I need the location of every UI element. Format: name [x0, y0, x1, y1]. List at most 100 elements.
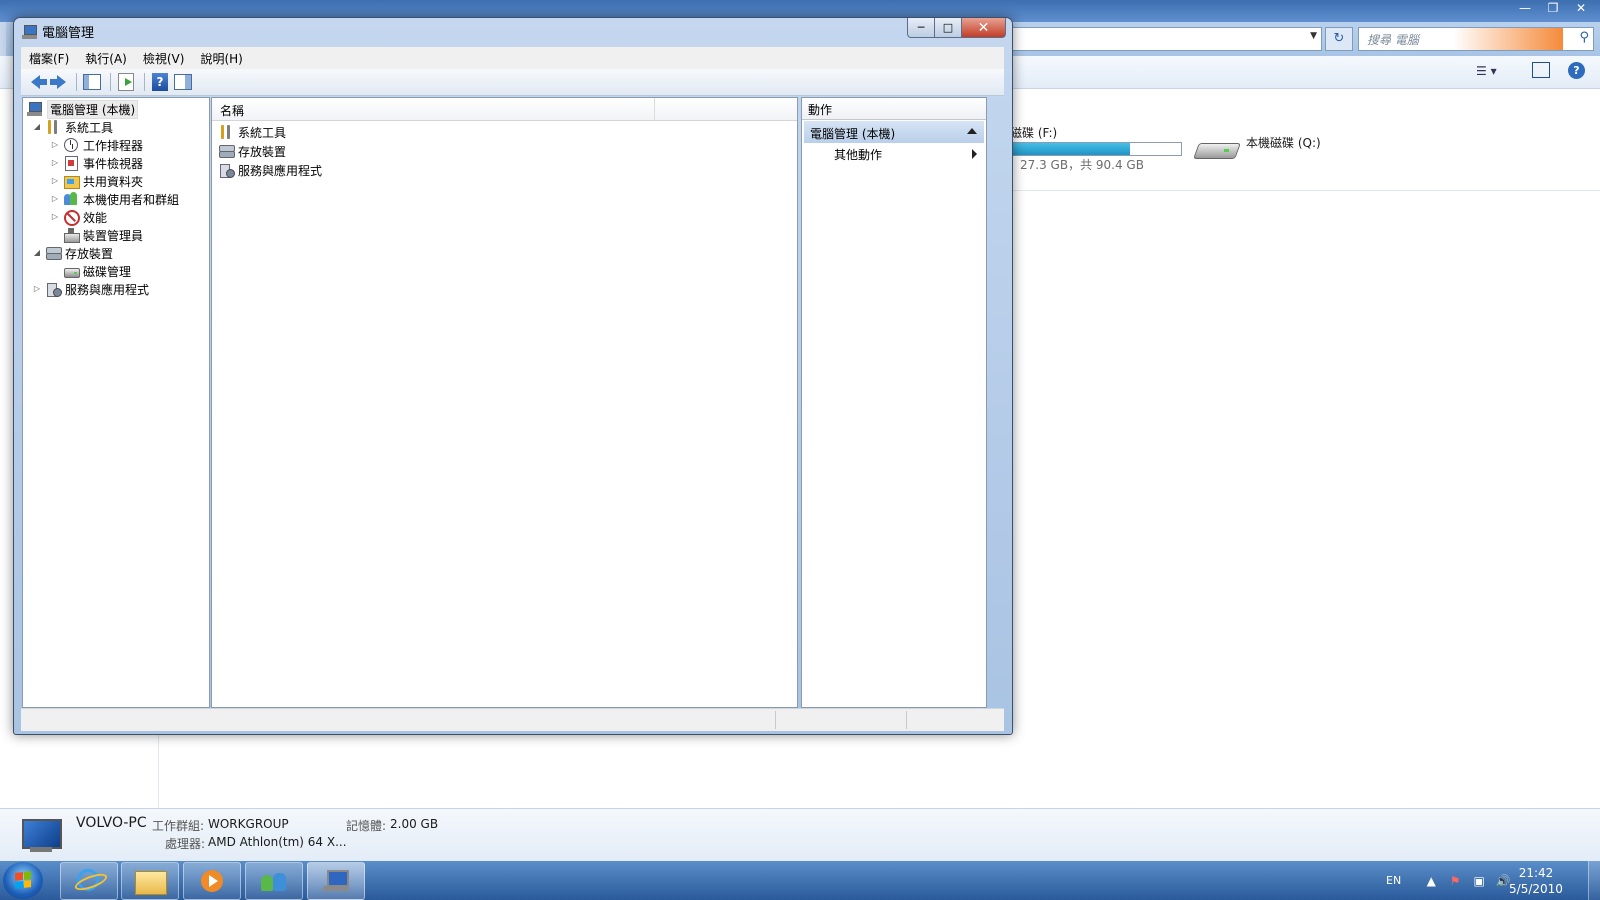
actions-section-computer-management[interactable]: 電腦管理 (本機)	[804, 121, 984, 143]
minimize-icon[interactable]: —	[1512, 0, 1538, 16]
submenu-arrow-icon[interactable]	[972, 149, 977, 159]
list-header: 名稱	[212, 98, 797, 121]
search-icon[interactable]: ⚲	[1579, 30, 1589, 45]
collapsed-triangle-icon[interactable]: ▷	[49, 193, 61, 205]
window-title-bar[interactable]: 電腦管理	[22, 22, 94, 41]
list-item-services-applications[interactable]: 服務與應用程式	[218, 161, 322, 179]
back-button[interactable]	[25, 72, 47, 92]
tree-root[interactable]: 電腦管理 (本機)	[27, 99, 139, 119]
tree-item-storage[interactable]: ◢ 存放裝置	[31, 244, 113, 262]
list-item-label: 服務與應用程式	[238, 163, 323, 178]
performance-icon	[63, 209, 80, 226]
tree-item-task-scheduler[interactable]: ▷ 工作排程器	[49, 136, 143, 154]
action-more-actions[interactable]: 其他動作	[834, 146, 882, 163]
expanded-triangle-icon[interactable]: ◢	[31, 247, 43, 259]
tree-item-shared-folders[interactable]: ▷ 共用資料夾	[49, 172, 143, 190]
workgroup-label: 工作群組:	[152, 819, 205, 833]
toolbar-separator	[76, 73, 77, 91]
collapsed-triangle-icon[interactable]: ▷	[49, 211, 61, 223]
details-pane: VOLVO-PC 工作群組: WORKGROUP 記憶體: 2.00 GB 處理…	[0, 808, 1600, 862]
taskbar-windows-explorer[interactable]	[121, 862, 179, 900]
collapsed-triangle-icon[interactable]: ▷	[49, 139, 61, 151]
address-bar[interactable]: ▼	[1010, 27, 1322, 51]
refresh-icon: ↻	[1333, 31, 1345, 46]
background-back-button-edge[interactable]	[0, 22, 6, 56]
tree-item-system-tools[interactable]: ◢ 系統工具	[31, 118, 113, 136]
console-tree-icon	[83, 74, 101, 90]
menu-action[interactable]: 執行(A)	[77, 50, 135, 67]
tree-item-services-applications[interactable]: ▷ 服務與應用程式	[31, 280, 149, 298]
chevron-down-icon[interactable]: ▼	[1310, 31, 1317, 41]
taskbar-computer-management[interactable]	[307, 862, 365, 900]
preview-pane-icon[interactable]	[1532, 62, 1550, 78]
column-header-name[interactable]: 名稱	[220, 102, 244, 119]
storage-icon	[218, 143, 235, 159]
drive-q-label: 本機磁碟 (Q:)	[1246, 135, 1321, 150]
show-desktop-button[interactable]	[1588, 861, 1600, 900]
search-input[interactable]: 搜尋 電腦 ⚲	[1358, 27, 1594, 51]
memory-value: 2.00 GB	[390, 817, 439, 831]
tree-item-performance[interactable]: ▷ 效能	[49, 208, 107, 226]
help-icon[interactable]: ?	[1568, 62, 1585, 79]
collapsed-triangle-icon[interactable]: ▷	[31, 283, 43, 295]
show-hidden-icons-icon[interactable]: ▲	[1423, 873, 1439, 889]
forward-button[interactable]	[48, 72, 68, 92]
action-center-flag-icon[interactable]: ⚑	[1447, 873, 1463, 889]
help-icon: ?	[152, 73, 168, 91]
taskbar-messenger[interactable]	[245, 862, 303, 900]
drive-f-item[interactable]: 磁碟 (F:) 27.3 GB，共 90.4 GB	[1010, 124, 1182, 172]
change-view-icon[interactable]: ☰ ▾	[1476, 64, 1497, 78]
maximize-button[interactable]: □	[934, 18, 962, 38]
export-list-button[interactable]	[116, 72, 136, 92]
computer-management-icon	[323, 870, 349, 892]
tree-item-label: 事件檢視器	[83, 156, 144, 171]
menu-view[interactable]: 檢視(V)	[135, 50, 193, 67]
list-item-storage[interactable]: 存放裝置	[218, 142, 286, 160]
collapsed-triangle-icon[interactable]: ▷	[49, 157, 61, 169]
tree-item-label: 工作排程器	[83, 138, 144, 153]
tools-icon	[218, 124, 234, 140]
taskbar-internet-explorer[interactable]	[60, 862, 118, 900]
pc-name: VOLVO-PC	[76, 815, 147, 831]
status-bar-divider	[775, 711, 776, 729]
start-button[interactable]	[3, 862, 43, 899]
tree-item-event-viewer[interactable]: ▷ 事件檢視器	[49, 154, 143, 172]
toolbar-separator	[110, 73, 111, 91]
help-button[interactable]: ?	[150, 72, 170, 92]
show-hide-console-tree-button[interactable]	[82, 72, 102, 92]
tree-item-local-users-groups[interactable]: ▷ 本機使用者和群組	[49, 190, 179, 208]
clock[interactable]: 21:42 5/5/2010	[1500, 865, 1572, 897]
processor-label: 處理器:	[165, 837, 206, 851]
result-list[interactable]: 名稱 系統工具 存放裝置 服務與應用程式	[211, 97, 798, 708]
status-bar-divider	[906, 711, 907, 729]
refresh-button[interactable]: ↻	[1325, 27, 1353, 51]
tree-item-disk-management[interactable]: 磁碟管理	[49, 262, 131, 280]
list-item-system-tools[interactable]: 系統工具	[218, 123, 286, 141]
export-list-icon	[118, 73, 134, 91]
expanded-triangle-icon[interactable]: ◢	[31, 121, 43, 133]
restore-icon[interactable]: ❐	[1540, 0, 1566, 16]
tree-item-label: 磁碟管理	[83, 264, 132, 279]
actions-section-label: 電腦管理 (本機)	[810, 127, 896, 141]
drive-f-label: 磁碟 (F:)	[1010, 126, 1058, 140]
collapse-up-icon[interactable]	[967, 128, 977, 134]
minimize-button[interactable]: ─	[907, 18, 935, 38]
show-hide-action-pane-button[interactable]	[173, 72, 193, 92]
back-arrow-icon	[30, 75, 47, 89]
close-button[interactable]: ✕	[961, 18, 1006, 38]
device-manager-icon	[63, 227, 80, 243]
column-divider[interactable]	[654, 98, 655, 120]
menu-help[interactable]: 說明(H)	[192, 50, 250, 67]
language-indicator[interactable]: EN	[1386, 874, 1401, 887]
collapsed-triangle-icon[interactable]: ▷	[49, 175, 61, 187]
close-icon[interactable]: ✕	[1568, 0, 1594, 16]
internet-explorer-icon	[77, 869, 99, 891]
drive-q-item[interactable]: 本機磁碟 (Q:)	[1194, 135, 1321, 163]
taskbar: EN ▲ ⚑ ▣ 🔊 21:42 5/5/2010	[0, 861, 1600, 900]
tree-item-device-manager[interactable]: 裝置管理員	[49, 226, 143, 244]
console-tree[interactable]: 電腦管理 (本機) ◢ 系統工具 ▷ 工作排程器 ▷ 事件檢視器 ▷ 共用資料夾…	[22, 97, 210, 708]
menu-file[interactable]: 檔案(F)	[21, 50, 77, 67]
network-icon[interactable]: ▣	[1471, 873, 1487, 889]
taskbar-media-player[interactable]	[183, 862, 241, 900]
content-divider	[1010, 190, 1600, 191]
